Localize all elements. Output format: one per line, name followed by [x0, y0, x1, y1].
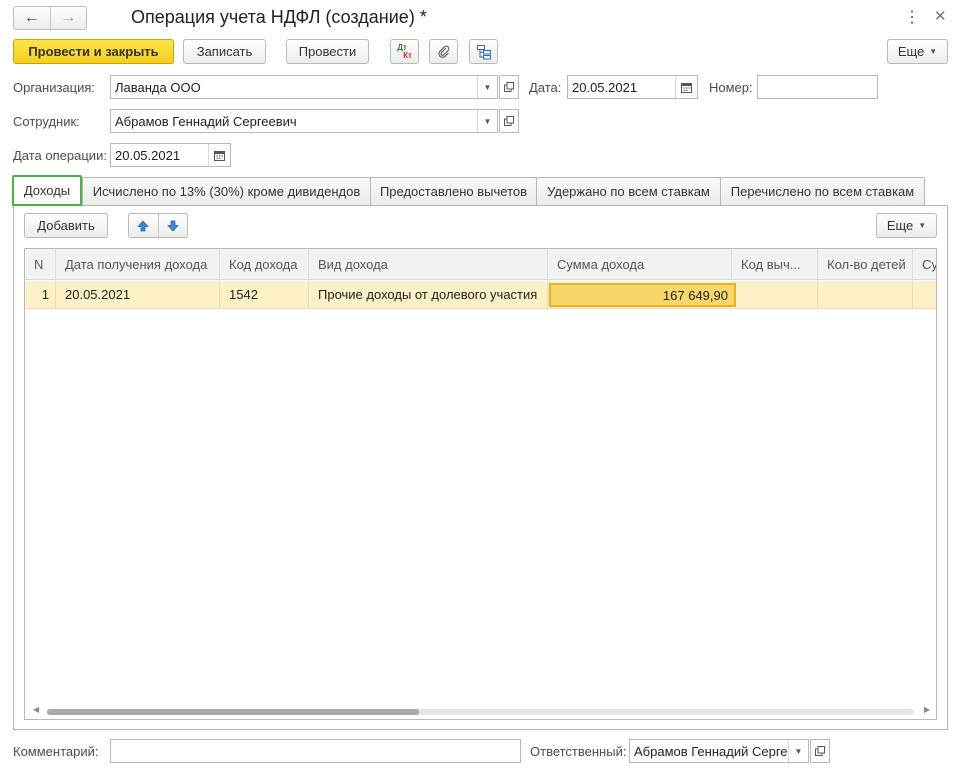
window-title: Операция учета НДФЛ (создание) * — [131, 7, 427, 27]
org-open-button[interactable] — [499, 75, 519, 99]
cell-deduction-code[interactable] — [736, 281, 818, 308]
comment-field[interactable] — [110, 739, 521, 763]
tab-withheld[interactable]: Удержано по всем ставкам — [536, 177, 721, 205]
cell-amount[interactable]: 167 649,90 — [549, 283, 736, 307]
tab-income[interactable]: Доходы — [12, 175, 82, 206]
open-form-icon — [504, 82, 514, 92]
responsible-field[interactable]: Абрамов Геннадий Сергеевич ▼ — [629, 739, 809, 763]
nav-buttons: ← → — [13, 6, 87, 30]
column-header-deduction-code[interactable]: Код выч... — [732, 249, 818, 279]
save-label: Записать — [196, 44, 253, 59]
post-button[interactable]: Провести — [286, 39, 369, 64]
add-label: Добавить — [37, 218, 95, 233]
number-field[interactable] — [757, 75, 878, 99]
column-header-children[interactable]: Кол-во детей — [818, 249, 913, 279]
close-icon[interactable]: ✕ — [934, 7, 947, 25]
org-label: Организация: — [13, 80, 96, 95]
org-value: Лаванда ООО — [115, 79, 201, 95]
date-label: Дата: — [529, 80, 562, 95]
post-and-close-button[interactable]: Провести и закрыть — [13, 39, 174, 64]
structure-icon — [476, 44, 491, 59]
date-value: 20.05.2021 — [572, 79, 638, 95]
scroll-right-icon[interactable]: ▶ — [924, 705, 930, 714]
move-buttons — [128, 213, 188, 238]
responsible-value: Абрамов Геннадий Сергеевич — [634, 743, 788, 759]
more-label: Еще — [897, 44, 925, 59]
tab-deductions[interactable]: Предоставлено вычетов — [370, 177, 537, 205]
attach-button[interactable] — [429, 39, 458, 64]
cell-n[interactable]: 1 — [25, 281, 56, 308]
table-more-label: Еще — [886, 218, 914, 233]
arrow-left-icon: ← — [23, 9, 40, 26]
column-header-type[interactable]: Вид дохода — [309, 249, 548, 279]
arrow-right-icon: → — [60, 9, 77, 26]
cell-code[interactable]: 1542 — [220, 281, 309, 308]
employee-open-button[interactable] — [499, 109, 519, 133]
open-form-icon — [504, 116, 514, 126]
horizontal-scrollbar[interactable]: ◀ ▶ — [25, 703, 936, 719]
arrow-down-icon — [166, 220, 179, 232]
arrow-up-icon — [137, 219, 150, 231]
column-header-amount[interactable]: Сумма дохода — [548, 249, 732, 279]
post-label: Провести — [298, 44, 357, 59]
tab-transferred[interactable]: Перечислено по всем ставкам — [720, 177, 925, 205]
cell-sum[interactable] — [913, 281, 936, 308]
back-button[interactable]: ← — [14, 7, 50, 29]
structure-button[interactable] — [469, 39, 498, 64]
chevron-down-icon[interactable]: ▼ — [477, 110, 497, 132]
table-header: N Дата получения дохода Код дохода Вид д… — [25, 249, 936, 280]
open-form-icon — [815, 746, 825, 756]
scroll-thumb[interactable] — [47, 709, 419, 715]
column-header-n[interactable]: N — [25, 249, 56, 279]
tab-label: Перечислено по всем ставкам — [730, 184, 915, 199]
scroll-left-icon[interactable]: ◀ — [33, 705, 39, 714]
income-table[interactable]: N Дата получения дохода Код дохода Вид д… — [24, 248, 937, 720]
responsible-open-button[interactable] — [810, 739, 830, 763]
employee-value: Абрамов Геннадий Сергеевич — [115, 113, 297, 129]
column-header-code[interactable]: Код дохода — [220, 249, 309, 279]
org-field[interactable]: Лаванда ООО ▼ — [110, 75, 498, 99]
chevron-down-icon: ▼ — [929, 47, 938, 56]
move-down-button[interactable] — [159, 214, 188, 237]
calendar-icon[interactable] — [208, 144, 230, 166]
dt-kt-button[interactable]: Дт Кт — [390, 39, 419, 64]
table-row[interactable]: 1 20.05.2021 1542 Прочие доходы от долев… — [25, 281, 936, 309]
tab-label: Исчислено по 13% (30%) кроме дивидендов — [92, 184, 361, 199]
cell-date[interactable]: 20.05.2021 — [56, 281, 220, 308]
column-header-date[interactable]: Дата получения дохода — [56, 249, 220, 279]
cell-children[interactable] — [818, 281, 913, 308]
cell-type[interactable]: Прочие доходы от долевого участия — [309, 281, 548, 308]
more-button[interactable]: Еще ▼ — [887, 39, 948, 64]
chevron-down-icon[interactable]: ▼ — [788, 740, 808, 762]
add-button[interactable]: Добавить — [24, 213, 108, 238]
responsible-label: Ответственный: — [530, 744, 627, 759]
op-date-label: Дата операции: — [13, 148, 107, 163]
number-label: Номер: — [709, 80, 753, 95]
dt-kt-icon: Дт Кт — [397, 43, 412, 60]
column-header-sum[interactable]: Су — [913, 249, 936, 279]
employee-field[interactable]: Абрамов Геннадий Сергеевич ▼ — [110, 109, 498, 133]
tab-label: Предоставлено вычетов — [379, 184, 528, 199]
chevron-down-icon[interactable]: ▼ — [477, 76, 497, 98]
forward-button[interactable]: → — [49, 7, 87, 29]
op-date-field[interactable]: 20.05.2021 — [110, 143, 231, 167]
comment-label: Комментарий: — [13, 744, 99, 759]
post-and-close-label: Провести и закрыть — [28, 44, 159, 59]
chevron-down-icon: ▼ — [918, 221, 927, 230]
tab-calculated[interactable]: Исчислено по 13% (30%) кроме дивидендов — [82, 177, 371, 205]
move-up-button[interactable] — [129, 214, 159, 237]
save-button[interactable]: Записать — [183, 39, 266, 64]
more-vertical-icon[interactable]: ⋮ — [904, 7, 920, 27]
table-more-button[interactable]: Еще ▼ — [876, 213, 937, 238]
date-field[interactable]: 20.05.2021 — [567, 75, 698, 99]
calendar-icon[interactable] — [675, 76, 697, 98]
paperclip-icon — [437, 45, 449, 58]
tab-label: Доходы — [23, 183, 71, 198]
op-date-value: 20.05.2021 — [115, 147, 181, 163]
tab-label: Удержано по всем ставкам — [547, 184, 710, 199]
employee-label: Сотрудник: — [13, 114, 80, 129]
kt-text: Кт — [403, 50, 412, 60]
